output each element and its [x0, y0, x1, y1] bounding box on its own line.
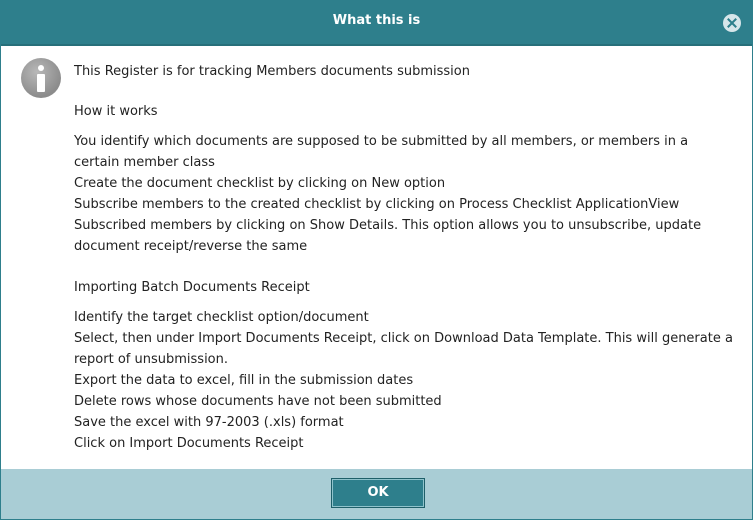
- import-line: Select, then under Import Documents Rece…: [74, 331, 733, 367]
- how-it-works-heading: How it works: [74, 104, 158, 119]
- dialog-footer: OK: [1, 469, 752, 519]
- import-line: Save the excel with 97-2003 (.xls) forma…: [74, 415, 344, 430]
- intro-text: This Register is for tracking Members do…: [74, 64, 470, 79]
- info-icon: [21, 58, 61, 98]
- dialog-content: This Register is for tracking Members do…: [74, 61, 734, 454]
- dialog-title: What this is: [332, 13, 421, 28]
- import-line: Click on Import Documents Receipt: [74, 436, 304, 451]
- how-it-works-line: Subscribe members to the created checkli…: [74, 197, 702, 254]
- close-icon[interactable]: [723, 14, 741, 32]
- import-line: Delete rows whose documents have not bee…: [74, 394, 442, 409]
- dialog: What this is This Register is for tracki…: [0, 0, 753, 520]
- import-line: Identify the target checklist option/doc…: [74, 310, 369, 325]
- ok-button[interactable]: OK: [331, 478, 425, 508]
- import-line: Export the data to excel, fill in the su…: [74, 373, 414, 388]
- import-heading: Importing Batch Documents Receipt: [74, 280, 310, 295]
- how-it-works-line: You identify which documents are suppose…: [74, 134, 689, 170]
- how-it-works-line: Create the document checklist by clickin…: [74, 176, 446, 191]
- dialog-titlebar: What this is: [1, 1, 752, 46]
